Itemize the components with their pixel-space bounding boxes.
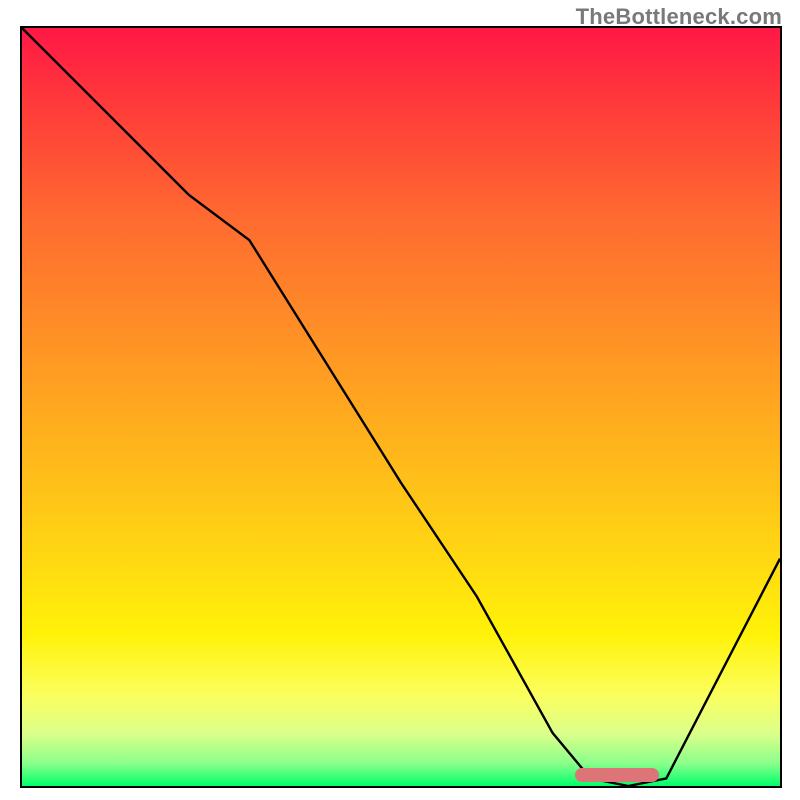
optimal-range-marker xyxy=(575,768,658,782)
bottleneck-curve xyxy=(22,28,780,786)
chart-container: TheBottleneck.com xyxy=(0,0,800,800)
watermark-label: TheBottleneck.com xyxy=(576,4,782,30)
plot-area xyxy=(20,26,782,788)
